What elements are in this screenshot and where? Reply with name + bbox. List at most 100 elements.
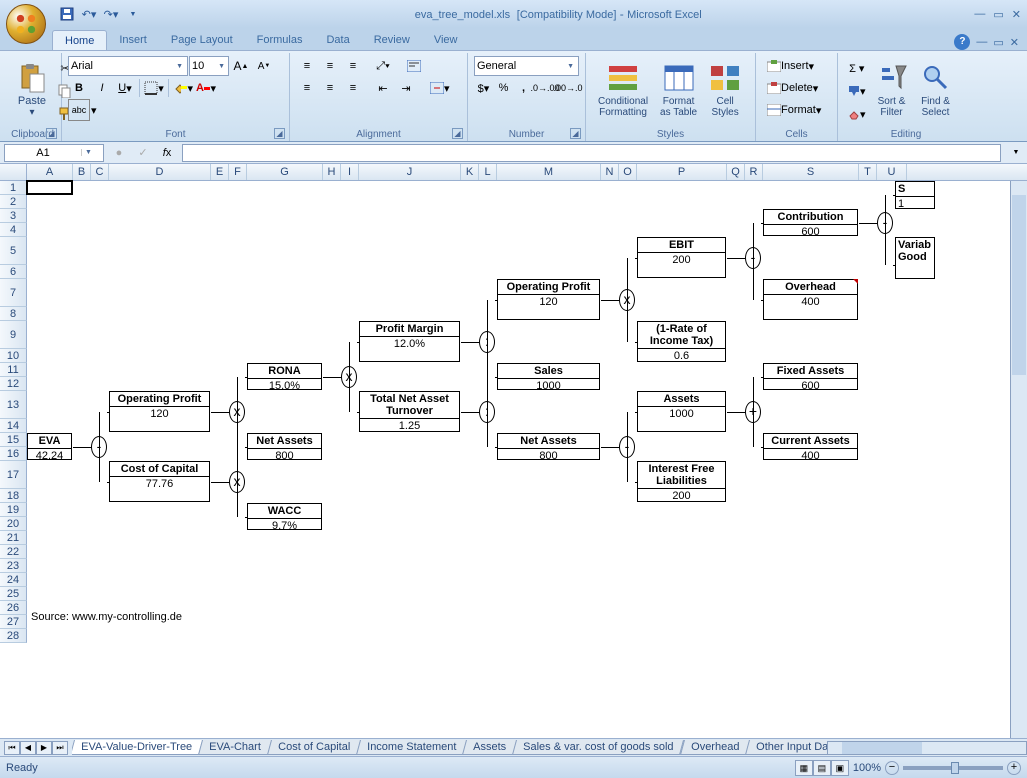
dialog-launcher-icon[interactable]: ◢ [570,128,581,139]
sheet-tab[interactable]: Overhead [680,740,750,755]
wrap-text-button[interactable] [402,55,426,77]
column-header[interactable]: U [877,164,907,180]
formula-bar[interactable] [182,144,1001,162]
number-format-combo[interactable]: ▼ [474,56,579,76]
find-select-button[interactable]: Find &Select [914,55,958,125]
row-header[interactable]: 9 [0,321,27,349]
doc-minimize-button[interactable]: — [976,36,987,48]
row-header[interactable]: 11 [0,363,27,377]
row-header[interactable]: 19 [0,503,27,517]
row-header[interactable]: 6 [0,265,27,279]
tab-data[interactable]: Data [314,30,361,50]
name-box[interactable]: ▼ [4,144,104,162]
underline-button[interactable]: U▾ [114,77,136,99]
column-header[interactable]: B [73,164,91,180]
column-header[interactable]: G [247,164,323,180]
column-header[interactable]: K [461,164,479,180]
zoom-slider[interactable] [903,766,1003,770]
align-middle-icon[interactable]: ≡ [319,55,341,77]
row-header[interactable]: 17 [0,461,27,489]
column-header[interactable]: I [341,164,359,180]
row-header[interactable]: 25 [0,587,27,601]
align-left-icon[interactable]: ≡ [296,77,318,99]
row-header[interactable]: 3 [0,209,27,223]
row-header[interactable]: 23 [0,559,27,573]
redo-icon[interactable]: ↷▾ [102,5,120,23]
column-header[interactable]: O [619,164,637,180]
close-button[interactable]: ✕ [1012,8,1021,21]
paste-button[interactable]: Paste ▾ [10,55,54,125]
format-cells-button[interactable]: Format ▾ [762,99,826,121]
doc-close-button[interactable]: ✕ [1010,36,1019,49]
delete-cells-button[interactable]: Delete ▾ [762,77,823,99]
row-header[interactable]: 22 [0,545,27,559]
column-header[interactable]: F [229,164,247,180]
column-header[interactable]: D [109,164,211,180]
row-header[interactable]: 10 [0,349,27,363]
column-header[interactable]: L [479,164,497,180]
merge-center-button[interactable]: ▾ [425,77,455,99]
zoom-out-button[interactable]: − [885,761,899,775]
sheet-nav-prev-icon[interactable]: ◀ [20,741,36,755]
horizontal-scrollbar[interactable] [827,741,1027,755]
row-header[interactable]: 8 [0,307,27,321]
cell-styles-button[interactable]: CellStyles [703,55,747,125]
row-header[interactable]: 26 [0,601,27,615]
sheet-nav-last-icon[interactable]: ⏭ [52,741,68,755]
row-header[interactable]: 21 [0,531,27,545]
row-header[interactable]: 16 [0,447,27,461]
percent-format-icon[interactable]: % [494,77,513,99]
tab-view[interactable]: View [422,30,470,50]
row-header[interactable]: 12 [0,377,27,391]
orientation-icon[interactable]: ⤢▾ [372,55,394,77]
italic-button[interactable]: I [91,77,113,99]
font-color-icon[interactable]: A▾ [195,77,217,99]
decrease-indent-icon[interactable]: ⇤ [372,77,394,99]
select-all-corner[interactable] [0,164,27,180]
zoom-level[interactable]: 100% [853,762,881,774]
align-center-icon[interactable]: ≡ [319,77,341,99]
qat-customize-icon[interactable]: ▼ [124,5,142,23]
normal-view-icon[interactable]: ▦ [795,760,813,776]
fx-enter-icon[interactable]: ✓ [132,142,154,164]
fill-color-icon[interactable]: ▾ [172,77,194,99]
column-header[interactable]: Q [727,164,745,180]
insert-cells-button[interactable]: Insert ▾ [762,55,819,77]
row-header[interactable]: 27 [0,615,27,629]
row-header[interactable]: 4 [0,223,27,237]
row-header[interactable]: 7 [0,279,27,307]
row-header[interactable]: 1 [0,181,27,195]
column-header[interactable]: N [601,164,619,180]
row-header[interactable]: 15 [0,433,27,447]
shrink-font-icon[interactable]: A▼ [253,55,275,77]
font-size-combo[interactable]: ▼ [189,56,229,76]
sheet-tab[interactable]: EVA-Value-Driver-Tree [72,740,203,755]
minimize-button[interactable]: — [974,8,985,21]
column-header[interactable]: J [359,164,461,180]
increase-indent-icon[interactable]: ⇥ [395,77,417,99]
fill-icon[interactable]: ▾ [844,80,870,102]
sheet-tab[interactable]: Assets [462,740,517,755]
row-header[interactable]: 13 [0,391,27,419]
align-right-icon[interactable]: ≡ [342,77,364,99]
row-header[interactable]: 14 [0,419,27,433]
vertical-scrollbar[interactable] [1010,181,1027,738]
format-as-table-button[interactable]: Formatas Table [654,55,703,125]
align-top-icon[interactable]: ≡ [296,55,318,77]
page-break-view-icon[interactable]: ▣ [831,760,849,776]
row-header[interactable]: 20 [0,517,27,531]
column-header[interactable]: T [859,164,877,180]
row-header[interactable]: 2 [0,195,27,209]
column-header[interactable]: C [91,164,109,180]
column-header[interactable]: A [27,164,73,180]
grow-font-icon[interactable]: A▲ [230,55,252,77]
restore-button[interactable]: ▭ [993,8,1003,21]
fx-icon[interactable]: fx [156,142,178,164]
column-header[interactable]: R [745,164,763,180]
clear-icon[interactable]: ▾ [844,103,870,125]
sheet-tab[interactable]: Sales & var. cost of goods sold [512,740,684,755]
conditional-formatting-button[interactable]: ConditionalFormatting [592,55,654,125]
tab-home[interactable]: Home [52,30,107,50]
sheet-tab[interactable]: Income Statement [356,740,467,755]
row-header[interactable]: 18 [0,489,27,503]
